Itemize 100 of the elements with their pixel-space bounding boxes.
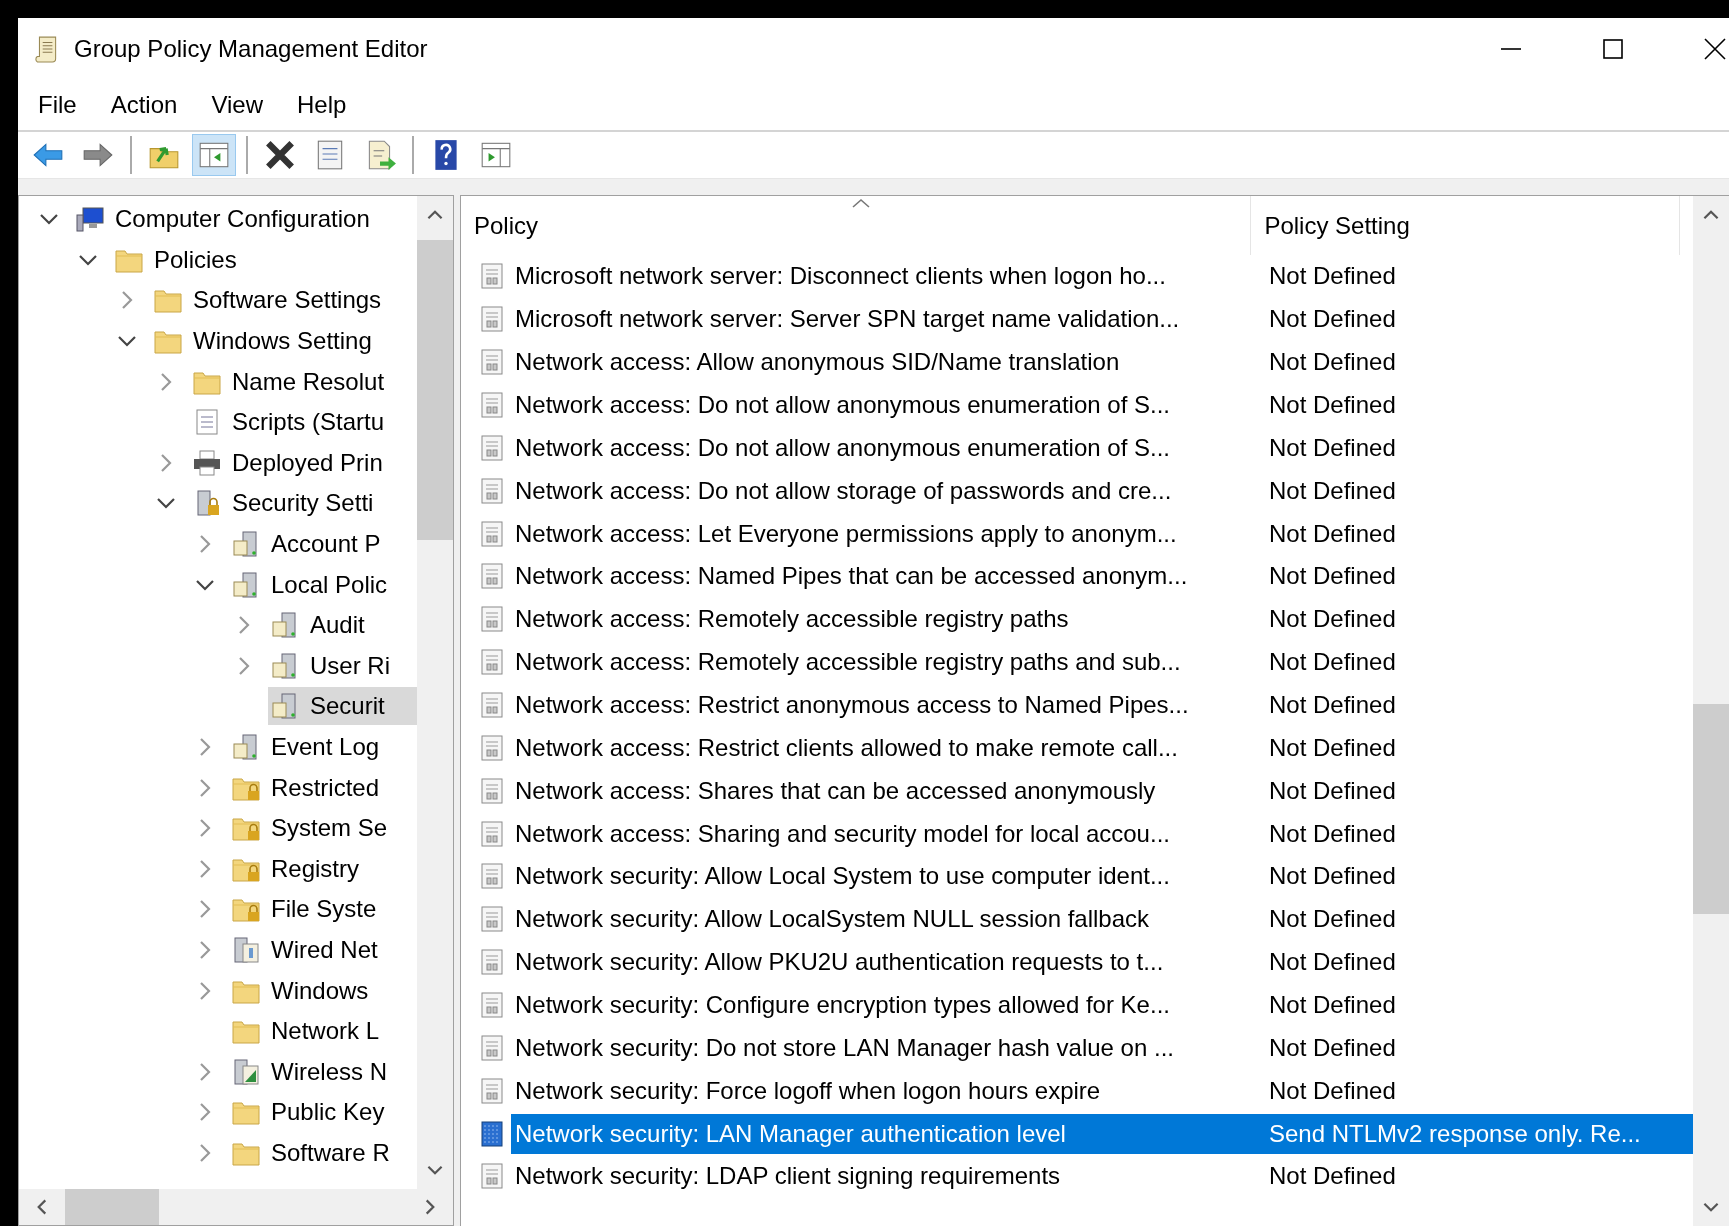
collapse-chevron-icon[interactable]	[195, 578, 215, 591]
list-row[interactable]: Network security: LAN Manager authentication level Send NTLMv2 response only. Re...	[511, 1113, 1693, 1154]
scrollbar-thumb[interactable]	[1693, 704, 1729, 914]
list-row[interactable]: Microsoft network server: Server SPN target name validation... Not Defined	[511, 299, 1693, 340]
tree-item[interactable]: Wired Net	[229, 931, 417, 969]
policy-setting: Not Defined	[1268, 348, 1396, 377]
list-row[interactable]: Network security: Allow PKU2U authentication requests to t... Not Defined	[511, 942, 1693, 983]
policy-setting: Not Defined	[1268, 1076, 1396, 1105]
policy-icon	[479, 948, 505, 977]
policy-name: Network access: Let Everyone permissions apply to anonym...	[514, 519, 1178, 548]
list-row[interactable]: Network access: Restrict clients allowed to make remote call... Not Defined	[511, 727, 1693, 768]
tree-item[interactable]: Windows	[229, 971, 417, 1010]
tree-item[interactable]: Software R	[229, 1133, 417, 1172]
collapse-chevron-icon[interactable]	[39, 213, 59, 226]
policy-setting: Send NTLMv2 response only. Re...	[1268, 1119, 1641, 1148]
expand-chevron-icon[interactable]	[199, 534, 211, 555]
list-row[interactable]: Network access: Do not allow storage of passwords and cre... Not Defined	[511, 470, 1693, 511]
column-header[interactable]: Policy	[461, 196, 1252, 255]
list-row[interactable]: Network access: Remotely accessible registry paths and sub... Not Defined	[511, 642, 1693, 683]
policy-name: Network security: Do not store LAN Manager hash value on ...	[514, 1033, 1175, 1062]
expand-chevron-icon[interactable]	[121, 290, 133, 311]
tree-item[interactable]: Windows Setting	[151, 322, 417, 361]
tree-item[interactable]: Public Key	[229, 1093, 417, 1132]
collapse-chevron-icon[interactable]	[117, 335, 137, 348]
expand-chevron-icon[interactable]	[199, 818, 211, 839]
policy-icon	[479, 433, 505, 462]
expand-chevron-icon[interactable]	[199, 1061, 211, 1082]
expand-chevron-icon[interactable]	[160, 452, 172, 473]
list-row[interactable]: Network access: Shares that can be accessed anonymously Not Defined	[511, 770, 1693, 811]
list-row[interactable]: Network access: Named Pipes that can be accessed anonym... Not Defined	[511, 556, 1693, 597]
wired-icon	[231, 936, 261, 964]
tree-item[interactable]: User Ri	[268, 646, 417, 685]
maximize-icon[interactable]	[1601, 37, 1625, 61]
policy-name: Network access: Named Pipes that can be accessed anonym...	[514, 562, 1189, 591]
collapse-chevron-icon[interactable]	[156, 497, 176, 510]
tree-item[interactable]: Restricted	[229, 768, 417, 807]
tree-item[interactable]: Audit	[268, 606, 417, 645]
menu-item[interactable]: File	[38, 91, 77, 119]
expand-chevron-icon[interactable]	[199, 858, 211, 879]
menu-item[interactable]: Help	[296, 91, 347, 119]
menu-item[interactable]: View	[211, 91, 263, 119]
policy-name: Network access: Shares that can be accessed anonymously	[514, 776, 1157, 805]
policy-setting: Not Defined	[1268, 391, 1396, 419]
expand-chevron-icon[interactable]	[238, 615, 250, 636]
tree-item[interactable]: Wireless N	[229, 1052, 417, 1091]
list-row[interactable]: Network security: Force logoff when logon hours expire Not Defined	[511, 1070, 1693, 1111]
scrollbar-thumb[interactable]	[417, 240, 453, 540]
expand-chevron-icon[interactable]	[160, 371, 172, 392]
list-row[interactable]: Network access: Remotely accessible registry paths Not Defined	[511, 599, 1693, 640]
list-row[interactable]: Network access: Sharing and security model for local accou... Not Defined	[511, 813, 1693, 854]
column-header[interactable]: Policy Setting	[1251, 196, 1680, 255]
expand-chevron-icon[interactable]	[199, 1142, 211, 1163]
list-row[interactable]: Network access: Let Everyone permissions apply to anonym... Not Defined	[511, 513, 1693, 554]
expand-chevron-icon[interactable]	[199, 899, 211, 920]
console-tree-button[interactable]	[192, 134, 236, 176]
policy-icon	[479, 819, 505, 848]
close-icon[interactable]	[1703, 37, 1727, 61]
tree-item[interactable]: Event Log	[229, 728, 417, 766]
policy-setting: Not Defined	[1268, 691, 1396, 719]
tree-item[interactable]: Account P	[229, 525, 417, 564]
list-row[interactable]: Network security: Configure encryption types allowed for Ke... Not Defined	[511, 985, 1693, 1026]
list-row[interactable]: Network security: LDAP client signing requirements Not Defined	[511, 1156, 1693, 1197]
tree-item[interactable]: Computer Configuration	[73, 200, 417, 239]
expand-chevron-icon[interactable]	[199, 777, 211, 798]
list-row[interactable]: Network access: Restrict anonymous access to Named Pipes... Not Defined	[511, 685, 1693, 725]
list-row[interactable]: Network access: Do not allow anonymous enumeration of S... Not Defined	[511, 427, 1693, 468]
tree-item[interactable]: Policies	[112, 240, 417, 279]
policy-name: Network security: Force logoff when logon hours expire	[514, 1076, 1102, 1105]
policy-icon	[479, 905, 505, 934]
tree-item[interactable]: System Se	[229, 809, 417, 848]
list-row[interactable]: Network security: Allow Local System to use computer ident... Not Defined	[511, 856, 1693, 897]
policy-icon	[479, 1162, 505, 1191]
policy-name: Network security: Configure encryption types allowed for Ke...	[514, 991, 1171, 1020]
policy-icon	[479, 648, 505, 677]
list-row[interactable]: Network security: Allow LocalSystem NULL session fallback Not Defined	[511, 899, 1693, 940]
tree-item[interactable]: Securit	[268, 687, 417, 726]
list-row[interactable]: Network security: Do not store LAN Manager hash value on ... Not Defined	[511, 1027, 1693, 1068]
expand-chevron-icon[interactable]	[199, 980, 211, 1001]
expand-chevron-icon[interactable]	[199, 940, 211, 960]
list-row[interactable]: Network access: Allow anonymous SID/Name translation Not Defined	[511, 342, 1693, 383]
expand-chevron-icon[interactable]	[199, 1102, 211, 1123]
tree-item[interactable]: File Syste	[229, 890, 417, 929]
tree-item[interactable]: Scripts (Startu	[190, 403, 417, 442]
policy-selected-icon	[479, 1119, 505, 1148]
expand-chevron-icon[interactable]	[238, 655, 250, 676]
tree-item[interactable]: Name Resolut	[190, 362, 417, 401]
list-row[interactable]: Microsoft network server: Disconnect clients when logon ho... Not Defined	[511, 256, 1693, 297]
tree-item[interactable]: Software Settings	[151, 281, 417, 320]
list-row[interactable]: Network access: Do not allow anonymous enumeration of S... Not Defined	[511, 385, 1693, 425]
tree-item[interactable]: Security Setti	[190, 484, 417, 523]
collapse-chevron-icon[interactable]	[78, 253, 98, 266]
tree-item[interactable]: Local Polic	[229, 565, 417, 604]
policy-icon	[479, 691, 505, 719]
expand-chevron-icon[interactable]	[199, 737, 211, 757]
wireless-icon	[231, 1057, 261, 1086]
scrollbar-thumb[interactable]	[65, 1189, 159, 1225]
menu-item[interactable]: Action	[110, 91, 178, 119]
tree-item[interactable]: Network L	[229, 1012, 417, 1051]
tree-item[interactable]: Deployed Prin	[190, 443, 417, 482]
tree-item[interactable]: Registry	[229, 849, 417, 888]
